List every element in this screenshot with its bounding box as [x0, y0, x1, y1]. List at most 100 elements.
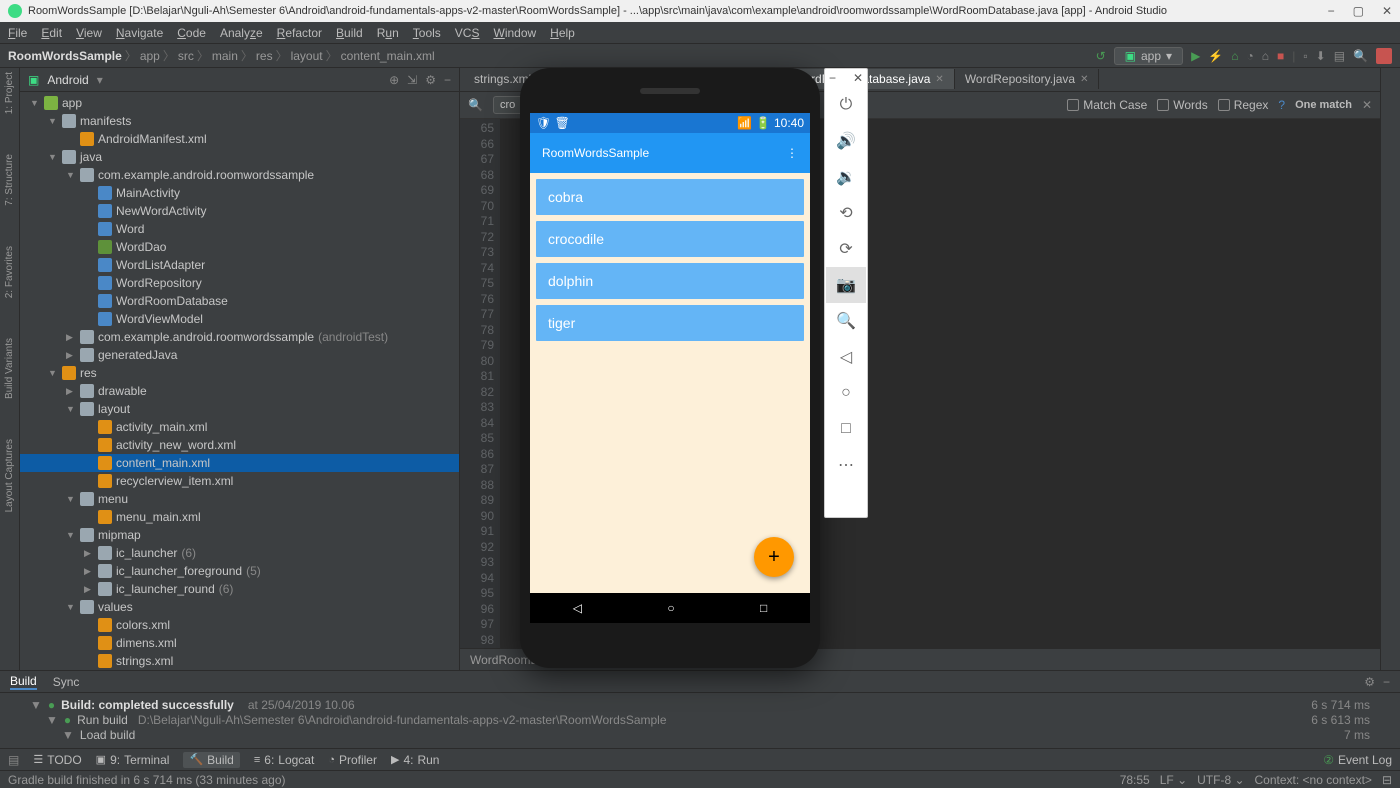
- tree-row[interactable]: WordRepository: [20, 274, 459, 292]
- tree-row[interactable]: activity_new_word.xml: [20, 436, 459, 454]
- tab-sync[interactable]: Sync: [53, 675, 80, 689]
- tree-row[interactable]: WordListAdapter: [20, 256, 459, 274]
- tree-row[interactable]: strings.xml: [20, 652, 459, 670]
- memory-indicator-icon[interactable]: ⊟: [1382, 773, 1392, 787]
- crumb-app[interactable]: app: [140, 49, 160, 63]
- menu-run[interactable]: Run: [377, 26, 399, 40]
- scroll-from-source-icon[interactable]: ⊕: [389, 73, 399, 87]
- gear-icon[interactable]: ⚙: [1364, 675, 1375, 689]
- tool-todo[interactable]: ☰ TODO: [33, 753, 81, 767]
- line-separator[interactable]: LF ⌄: [1160, 773, 1187, 787]
- tool-favorites[interactable]: 2: Favorites: [4, 246, 15, 298]
- tree-row[interactable]: Word: [20, 220, 459, 238]
- tool-layout-captures[interactable]: Layout Captures: [4, 439, 15, 512]
- sdk-manager-button[interactable]: ⬇: [1316, 49, 1326, 63]
- maximize-button[interactable]: ▢: [1353, 4, 1364, 18]
- volume-down-icon[interactable]: 🔉: [826, 159, 866, 195]
- tool-terminal[interactable]: ▣ 9:Terminal: [96, 753, 170, 767]
- tree-row[interactable]: activity_main.xml: [20, 418, 459, 436]
- tree-row[interactable]: menu_main.xml: [20, 508, 459, 526]
- menu-navigate[interactable]: Navigate: [116, 26, 163, 40]
- avd-manager-button[interactable]: ▫: [1303, 49, 1307, 63]
- apply-changes-button[interactable]: ⚡: [1208, 49, 1223, 63]
- tree-row[interactable]: ▼java: [20, 148, 459, 166]
- stop-button[interactable]: ■: [1277, 49, 1284, 63]
- run-button[interactable]: ▶: [1191, 49, 1200, 63]
- build-log-row[interactable]: ▼Load build7 ms: [30, 727, 1370, 742]
- home-icon[interactable]: ○: [826, 375, 866, 411]
- hide-panel-icon[interactable]: −: [1383, 675, 1390, 689]
- run-config-dropdown[interactable]: ▣ app ▾: [1114, 47, 1183, 65]
- tree-row[interactable]: ▼manifests: [20, 112, 459, 130]
- crumb-layout[interactable]: layout: [291, 49, 323, 63]
- tree-row[interactable]: recyclerview_item.xml: [20, 472, 459, 490]
- match-case-checkbox[interactable]: [1067, 99, 1079, 111]
- tool-profiler[interactable]: ◔ Profiler: [328, 753, 377, 767]
- menu-tools[interactable]: Tools: [413, 26, 441, 40]
- close-find-icon[interactable]: ✕: [1362, 98, 1372, 112]
- tool-build-variants[interactable]: Build Variants: [4, 338, 15, 399]
- nav-recents-icon[interactable]: □: [760, 601, 767, 615]
- tool-project[interactable]: 1: Project: [4, 72, 15, 114]
- menu-vcs[interactable]: VCS: [455, 26, 480, 40]
- list-item[interactable]: tiger: [536, 305, 804, 341]
- search-icon[interactable]: 🔍: [1353, 49, 1368, 63]
- list-item[interactable]: cobra: [536, 179, 804, 215]
- debug-button[interactable]: ⌂: [1231, 49, 1238, 63]
- tree-row[interactable]: ▼mipmap: [20, 526, 459, 544]
- profile-button[interactable]: ◔: [1247, 49, 1254, 63]
- tree-row[interactable]: ▶ic_launcher_foreground (5): [20, 562, 459, 580]
- structure-button[interactable]: ▤: [1334, 49, 1345, 63]
- gear-icon[interactable]: ⚙: [425, 73, 436, 87]
- build-log-row[interactable]: ▼●Build: completed successfullyat 25/04/…: [30, 697, 1370, 712]
- tool-event-log[interactable]: ② Event Log: [1323, 753, 1392, 767]
- menu-code[interactable]: Code: [177, 26, 206, 40]
- zoom-icon[interactable]: 🔍: [826, 303, 866, 339]
- menu-analyze[interactable]: Analyze: [220, 26, 263, 40]
- crumb-project[interactable]: RoomWordsSample: [8, 49, 122, 63]
- caret-position[interactable]: 78:55: [1120, 773, 1150, 787]
- crumb-main[interactable]: main: [212, 49, 238, 63]
- screenshot-icon[interactable]: 📷: [826, 267, 866, 303]
- tree-row[interactable]: ▼values: [20, 598, 459, 616]
- rotate-right-icon[interactable]: ⟳: [826, 231, 866, 267]
- close-icon[interactable]: ✕: [853, 71, 863, 87]
- tree-row[interactable]: NewWordActivity: [20, 202, 459, 220]
- editor-tab[interactable]: WordRepository.java✕: [955, 69, 1100, 89]
- minimize-button[interactable]: −: [1328, 4, 1335, 18]
- regex-help-icon[interactable]: ?: [1278, 98, 1285, 112]
- tree-row[interactable]: ▶ic_launcher (6): [20, 544, 459, 562]
- crumb-src[interactable]: src: [178, 49, 194, 63]
- tab-build[interactable]: Build: [10, 674, 37, 690]
- overview-icon[interactable]: □: [826, 411, 866, 447]
- word-list[interactable]: cobra crocodile dolphin tiger +: [530, 173, 810, 593]
- tree-row[interactable]: ▼res: [20, 364, 459, 382]
- close-button[interactable]: ✕: [1382, 4, 1392, 18]
- tree-row[interactable]: content_main.xml: [20, 454, 459, 472]
- tree-row[interactable]: ▼com.example.android.roomwordssample: [20, 166, 459, 184]
- words-checkbox[interactable]: [1157, 99, 1169, 111]
- tree-row[interactable]: MainActivity: [20, 184, 459, 202]
- power-icon[interactable]: ⏻: [826, 87, 866, 123]
- menu-view[interactable]: View: [76, 26, 102, 40]
- tree-row[interactable]: ▼menu: [20, 490, 459, 508]
- tool-structure[interactable]: 7: Structure: [4, 154, 15, 206]
- build-log-row[interactable]: ▼●Run buildD:\Belajar\Nguli-Ah\Semester …: [30, 712, 1370, 727]
- hide-panel-icon[interactable]: −: [444, 73, 451, 87]
- tree-row[interactable]: WordViewModel: [20, 310, 459, 328]
- context-indicator[interactable]: Context: <no context>: [1255, 773, 1372, 787]
- tree-row[interactable]: ▶generatedJava: [20, 346, 459, 364]
- close-tab-icon[interactable]: ✕: [1080, 74, 1088, 85]
- back-icon[interactable]: ◁: [826, 339, 866, 375]
- regex-checkbox[interactable]: [1218, 99, 1230, 111]
- fab-add[interactable]: +: [754, 537, 794, 577]
- emulator-screen[interactable]: 🛡 🗑 📶 🔋 10:40 RoomWordsSample ⋮ cobra cr…: [530, 113, 810, 623]
- tree-row[interactable]: dimens.xml: [20, 634, 459, 652]
- project-view-dropdown[interactable]: Android: [47, 73, 88, 87]
- crumb-file[interactable]: content_main.xml: [341, 49, 435, 63]
- tree-row[interactable]: colors.xml: [20, 616, 459, 634]
- attach-debugger-button[interactable]: ⌂: [1262, 49, 1269, 63]
- menu-build[interactable]: Build: [336, 26, 363, 40]
- rotate-left-icon[interactable]: ⟲: [826, 195, 866, 231]
- tree-row[interactable]: WordRoomDatabase: [20, 292, 459, 310]
